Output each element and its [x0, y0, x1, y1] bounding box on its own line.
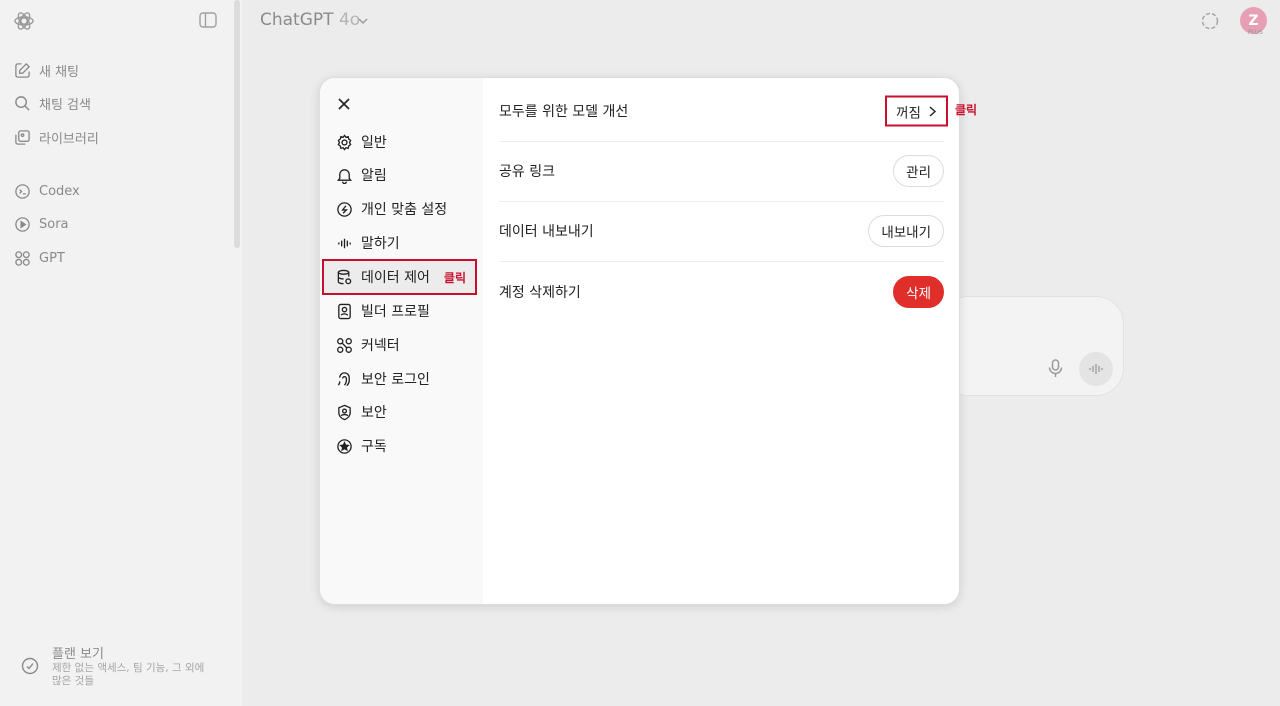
click-annotation: 클릭 [443, 270, 466, 285]
nav-label: 보안 [361, 405, 387, 421]
settings-modal: 일반 알림 개인 맞춤 설정 말하기 데이터 제어 클릭 빌더 프로필 커넥터 [319, 77, 960, 605]
nav-label: 일반 [361, 135, 387, 151]
nav-data-controls[interactable]: 데이터 제어 클릭 [322, 259, 477, 295]
setting-row-model-improvement: 모두를 위한 모델 개선 꺼짐 [499, 81, 948, 142]
nav-general[interactable]: 일반 [320, 127, 483, 157]
setting-row-delete-account: 계정 삭제하기 삭제 [499, 262, 944, 322]
sidebar-item-codex[interactable]: Codex [14, 180, 80, 202]
model-improvement-dropdown[interactable]: 꺼짐 [885, 95, 948, 127]
sidebar-item-gpt[interactable]: GPT [14, 247, 65, 269]
sidebar-item-label: 새 채팅 [39, 64, 80, 80]
sidebar: 새 채팅 채팅 검색 라이브러리 Codex Sora GPT 플랜 보기 제한… [0, 0, 242, 706]
sidebar-item-search-chats[interactable]: 채팅 검색 [14, 92, 91, 114]
plan-title: 플랜 보기 [52, 647, 104, 662]
nav-label: 구독 [361, 439, 387, 455]
nav-notifications[interactable]: 알림 [320, 160, 483, 190]
temporary-chat-icon[interactable] [1200, 11, 1220, 31]
setting-label: 모두를 위한 모델 개선 [499, 104, 629, 120]
sidebar-toggle-icon[interactable] [199, 12, 217, 28]
settings-nav: 일반 알림 개인 맞춤 설정 말하기 데이터 제어 클릭 빌더 프로필 커넥터 [320, 78, 483, 604]
search-icon [15, 95, 30, 111]
microphone-icon[interactable] [1047, 359, 1064, 378]
sora-icon [15, 216, 30, 232]
fingerprint-icon [337, 371, 350, 386]
sidebar-scrollbar[interactable] [234, 0, 240, 248]
setting-row-shared-links: 공유 링크 관리 [499, 141, 944, 202]
nav-connectors[interactable]: 커넥터 [320, 330, 483, 360]
avatar-letter: Z [1248, 12, 1259, 29]
voice-mode-button[interactable] [1079, 352, 1113, 386]
chevron-down-icon[interactable] [357, 15, 369, 27]
edit-icon [15, 62, 31, 78]
nav-label: 보안 로그인 [361, 372, 430, 388]
nav-label: 커넥터 [361, 338, 400, 354]
openai-logo-icon[interactable] [12, 9, 36, 33]
codex-icon [15, 183, 30, 199]
library-icon [15, 129, 30, 145]
sidebar-item-sora[interactable]: Sora [14, 213, 69, 235]
upgrade-icon [21, 657, 39, 675]
nav-speech[interactable]: 말하기 [320, 228, 483, 258]
app-name: ChatGPT [260, 10, 334, 30]
nav-security[interactable]: 보안 [320, 397, 483, 427]
waveform-icon [338, 238, 351, 248]
sidebar-item-label: Sora [39, 216, 69, 232]
nav-builder-profile[interactable]: 빌더 프로필 [320, 296, 483, 326]
dropdown-value: 꺼짐 [896, 105, 921, 121]
setting-label: 공유 링크 [499, 164, 555, 180]
setting-row-export-data: 데이터 내보내기 내보내기 [499, 201, 944, 262]
click-annotation: 클릭 [955, 103, 978, 117]
plan-upgrade[interactable]: 플랜 보기 제한 없는 액세스, 팀 기능, 그 외에 많은 것들 [18, 640, 218, 692]
nav-subscription[interactable]: 구독 [320, 431, 483, 461]
sidebar-item-new-chat[interactable]: 새 채팅 [14, 59, 79, 81]
sidebar-item-label: Codex [39, 183, 80, 199]
nav-label: 개인 맞춤 설정 [361, 202, 448, 218]
nav-label: 말하기 [361, 236, 400, 252]
nav-label: 알림 [361, 168, 387, 184]
close-icon[interactable] [336, 96, 352, 112]
sidebar-item-label: 채팅 검색 [39, 97, 91, 113]
setting-label: 계정 삭제하기 [499, 285, 581, 301]
chevron-right-icon [929, 105, 936, 117]
setting-label: 데이터 내보내기 [499, 224, 594, 240]
delete-account-button[interactable]: 삭제 [893, 276, 944, 308]
plan-description: 제한 없는 액세스, 팀 기능, 그 외에 많은 것들 [52, 662, 205, 687]
plan-badge: PLUS [1248, 29, 1263, 36]
shield-user-icon [338, 404, 351, 420]
nav-label: 빌더 프로필 [361, 304, 430, 320]
gpt-grid-icon [15, 250, 30, 266]
sidebar-item-label: 라이브러리 [39, 131, 99, 147]
nav-label: 데이터 제어 [361, 270, 430, 286]
export-data-button[interactable]: 내보내기 [868, 215, 944, 247]
profile-card-icon [338, 303, 351, 319]
subscription-icon [337, 438, 352, 454]
bell-icon [337, 168, 352, 184]
waveform-icon [1089, 364, 1103, 374]
nav-personalization[interactable]: 개인 맞춤 설정 [320, 194, 483, 224]
gear-icon [337, 133, 352, 151]
sidebar-item-label: GPT [39, 250, 65, 266]
settings-content: 모두를 위한 모델 개선 꺼짐 공유 링크 관리 데이터 내보내기 내보내기 계… [483, 78, 959, 604]
sidebar-item-library[interactable]: 라이브러리 [14, 126, 99, 148]
model-selector[interactable]: ChatGPT 4o [260, 10, 360, 30]
personalization-icon [337, 201, 352, 217]
manage-shared-links-button[interactable]: 관리 [893, 155, 944, 187]
database-icon [337, 269, 352, 284]
nav-secure-login[interactable]: 보안 로그인 [320, 364, 483, 394]
connector-icon [337, 337, 352, 353]
